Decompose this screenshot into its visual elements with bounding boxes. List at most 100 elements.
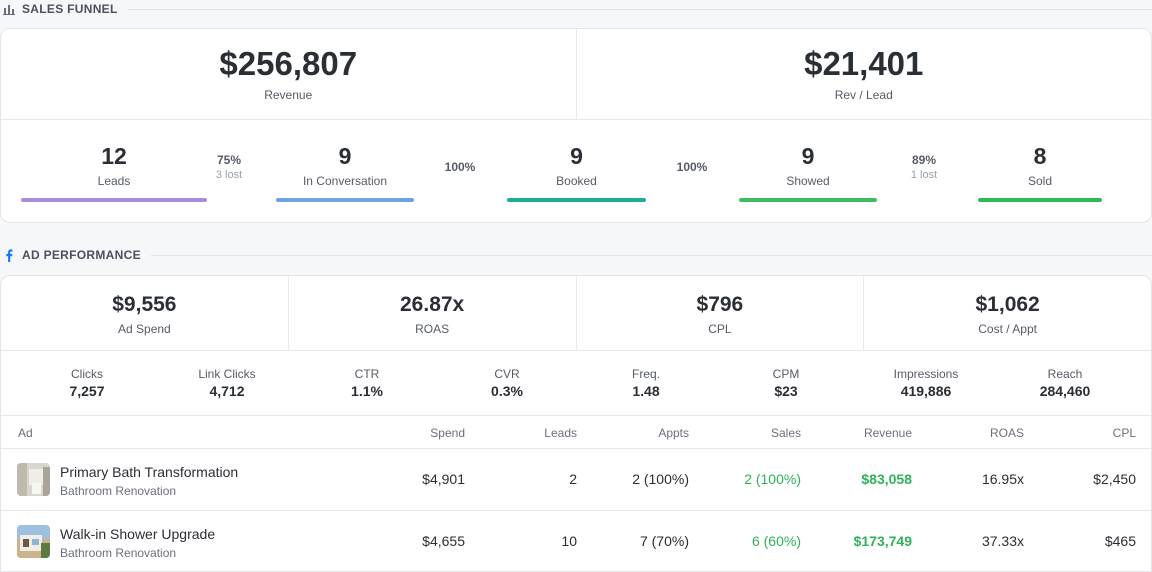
funnel-stage-in-conversation[interactable]: 9 In Conversation	[276, 142, 414, 202]
cell-sales: 6 (60%)	[751, 533, 801, 549]
stage-label: Leads	[97, 174, 131, 188]
metric-label: Impressions	[893, 367, 959, 381]
funnel-stage-booked[interactable]: 9 Booked	[507, 142, 646, 202]
cell-cpl: $465	[1104, 533, 1136, 549]
table-row[interactable]: Primary Bath Transformation Bathroom Ren…	[1, 449, 1151, 510]
metric-label: Freq.	[631, 367, 660, 381]
kpi-label: ROAS	[415, 322, 450, 336]
cell-roas: 16.95x	[981, 471, 1024, 487]
funnel-stage-showed[interactable]: 9 Showed	[739, 142, 877, 202]
stage-count: 9	[801, 143, 815, 169]
ad-thumbnail	[17, 525, 50, 558]
sales-funnel-header: SALES FUNNEL	[0, 0, 1152, 18]
revenue-label: Revenue	[264, 88, 313, 102]
funnel-stage-sold[interactable]: 8 Sold	[978, 142, 1102, 202]
ad-performance-card: $9,556 Ad Spend 26.87x ROAS $796 CPL $1,…	[0, 275, 1152, 572]
stage-label: Showed	[786, 174, 830, 188]
conversion-pct: 89%	[911, 153, 937, 167]
ad-name[interactable]: Walk-in Shower Upgrade	[60, 526, 215, 542]
metric-label: Clicks	[71, 367, 103, 381]
rev-per-lead-stat: $21,401 Rev / Lead	[575, 29, 1152, 119]
metric-label: CTR	[354, 367, 380, 381]
conversion-pct: 100%	[444, 160, 476, 174]
conversion-lost: 3 lost	[215, 169, 243, 181]
stage-count: 8	[1033, 143, 1047, 169]
conversion-pct: 100%	[676, 160, 708, 174]
stage-bar	[276, 198, 414, 202]
divider	[127, 8, 1152, 10]
conversion-conversation-to-booked: 100%	[430, 160, 490, 174]
col-appts[interactable]: Appts	[658, 426, 689, 440]
ad-category: Bathroom Renovation	[60, 546, 177, 560]
col-leads[interactable]: Leads	[544, 426, 577, 440]
stage-count: 9	[338, 143, 352, 169]
revenue-value: $256,807	[219, 45, 358, 82]
stage-bar	[507, 198, 646, 202]
cell-revenue: $173,749	[853, 533, 912, 549]
metric-impressions: Impressions 419,886	[856, 367, 996, 399]
metric-cpm: CPM $23	[716, 367, 856, 399]
stage-bar	[978, 198, 1102, 202]
col-revenue[interactable]: Revenue	[864, 426, 912, 440]
stage-bar	[739, 198, 877, 202]
metric-label: CPM	[772, 367, 800, 381]
metric-label: Link Clicks	[198, 367, 256, 381]
kpi-label: CPL	[708, 322, 732, 336]
cell-revenue: $83,058	[861, 471, 912, 487]
cell-roas: 37.33x	[981, 533, 1024, 549]
cell-spend: $4,901	[422, 471, 465, 487]
col-spend[interactable]: Spend	[430, 426, 465, 440]
metric-clicks: Clicks 7,257	[17, 367, 157, 399]
kpi-cpl: $796 CPL	[575, 276, 864, 350]
ad-thumbnail	[17, 463, 50, 496]
kpi-value: $9,556	[112, 293, 177, 316]
metric-ctr: CTR 1.1%	[297, 367, 437, 399]
divider	[150, 254, 1152, 256]
section-title: SALES FUNNEL	[22, 2, 118, 16]
kpi-cost-per-appt: $1,062 Cost / Appt	[863, 276, 1151, 350]
ads-table-header: Ad Spend Leads Appts Sales Revenue ROAS …	[1, 416, 1151, 449]
bar-chart-icon	[2, 2, 16, 16]
kpi-value: 26.87x	[400, 293, 465, 316]
col-roas[interactable]: ROAS	[990, 426, 1024, 440]
stage-label: In Conversation	[302, 174, 388, 188]
metric-value: 419,886	[900, 383, 952, 399]
metric-value: 7,257	[69, 383, 105, 399]
cell-appts: 7 (70%)	[639, 533, 689, 549]
kpi-ad-spend: $9,556 Ad Spend	[1, 276, 288, 350]
col-cpl[interactable]: CPL	[1113, 426, 1136, 440]
sales-funnel-card: $256,807 Revenue $21,401 Rev / Lead 12 L…	[0, 28, 1152, 223]
conversion-pct: 75%	[216, 153, 242, 167]
revenue-stat: $256,807 Revenue	[1, 29, 576, 119]
funnel-stage-leads[interactable]: 12 Leads	[21, 142, 207, 202]
conversion-booked-to-showed: 100%	[662, 160, 722, 174]
rev-per-lead-label: Rev / Lead	[834, 88, 893, 102]
metric-label: CVR	[494, 367, 520, 381]
table-row[interactable]: Walk-in Shower Upgrade Bathroom Renovati…	[1, 510, 1151, 571]
facebook-icon	[2, 248, 16, 262]
rev-per-lead-value: $21,401	[804, 45, 924, 82]
stage-count: 9	[570, 143, 583, 169]
col-ad[interactable]: Ad	[18, 426, 33, 440]
metric-label: Reach	[1047, 367, 1083, 381]
ad-category: Bathroom Renovation	[60, 484, 177, 498]
metric-value: 0.3%	[491, 383, 523, 399]
conversion-showed-to-sold: 89% 1 lost	[894, 153, 954, 181]
metric-value: 1.48	[632, 383, 660, 399]
col-sales[interactable]: Sales	[771, 426, 801, 440]
cell-appts: 2 (100%)	[632, 471, 689, 487]
kpi-label: Ad Spend	[118, 322, 171, 336]
metric-value: 1.1%	[351, 383, 383, 399]
cell-leads: 2	[569, 471, 577, 487]
stage-label: Booked	[556, 174, 597, 188]
stage-bar	[21, 198, 207, 202]
kpi-value: $796	[696, 293, 744, 316]
cell-leads: 10	[561, 533, 577, 549]
ad-performance-header: AD PERFORMANCE	[0, 246, 1152, 264]
metrics-row: Clicks 7,257 Link Clicks 4,712 CTR 1.1% …	[1, 351, 1151, 416]
ad-name[interactable]: Primary Bath Transformation	[60, 464, 238, 480]
stage-label: Sold	[1027, 174, 1053, 188]
metric-cvr: CVR 0.3%	[437, 367, 577, 399]
section-title: AD PERFORMANCE	[22, 248, 141, 262]
metric-value: $23	[774, 383, 798, 399]
